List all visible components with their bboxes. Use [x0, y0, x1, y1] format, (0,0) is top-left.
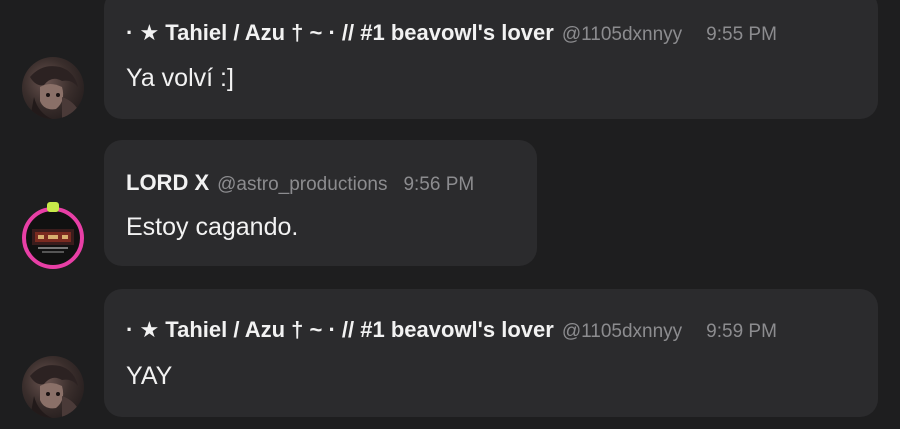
message-row: · ★ Tahiel / Azu † ~ · // #1 beavowl's l… — [0, 0, 900, 130]
message-header: LORD X @astro_productions 9:56 PM — [126, 170, 474, 196]
user-avatar[interactable] — [22, 356, 84, 418]
author-handle[interactable]: @1105dxnnyy — [562, 24, 682, 46]
badge-icon — [47, 202, 59, 212]
message-bubble: LORD X @astro_productions 9:56 PM Estoy … — [104, 140, 537, 266]
message-timestamp: 9:56 PM — [403, 174, 475, 195]
message-row: LORD X @astro_productions 9:56 PM Estoy … — [0, 140, 900, 269]
user-avatar[interactable] — [22, 202, 84, 269]
author-name[interactable]: LORD X — [126, 170, 209, 196]
author-name[interactable]: · ★ Tahiel / Azu † ~ · // #1 beavowl's l… — [126, 20, 554, 46]
message-header: · ★ Tahiel / Azu † ~ · // #1 beavowl's l… — [126, 317, 777, 343]
message-text: Ya volví :] — [126, 64, 234, 92]
user-avatar[interactable] — [22, 57, 84, 119]
author-name[interactable]: · ★ Tahiel / Azu † ~ · // #1 beavowl's l… — [126, 317, 554, 343]
message-header: · ★ Tahiel / Azu † ~ · // #1 beavowl's l… — [126, 20, 777, 46]
message-bubble: · ★ Tahiel / Azu † ~ · // #1 beavowl's l… — [104, 289, 878, 417]
message-timestamp: 9:59 PM — [706, 321, 777, 342]
avatar-image — [32, 229, 74, 253]
chat-message-list: · ★ Tahiel / Azu † ~ · // #1 beavowl's l… — [0, 0, 900, 429]
avatar-image — [30, 365, 84, 418]
message-text: YAY — [126, 362, 173, 390]
author-handle[interactable]: @astro_productions — [217, 174, 387, 196]
author-handle[interactable]: @1105dxnnyy — [562, 321, 682, 343]
message-row: · ★ Tahiel / Azu † ~ · // #1 beavowl's l… — [0, 288, 900, 429]
message-timestamp: 9:55 PM — [706, 24, 777, 45]
message-bubble: · ★ Tahiel / Azu † ~ · // #1 beavowl's l… — [104, 0, 878, 119]
avatar-image — [30, 66, 84, 119]
message-text: Estoy cagando. — [126, 213, 299, 241]
